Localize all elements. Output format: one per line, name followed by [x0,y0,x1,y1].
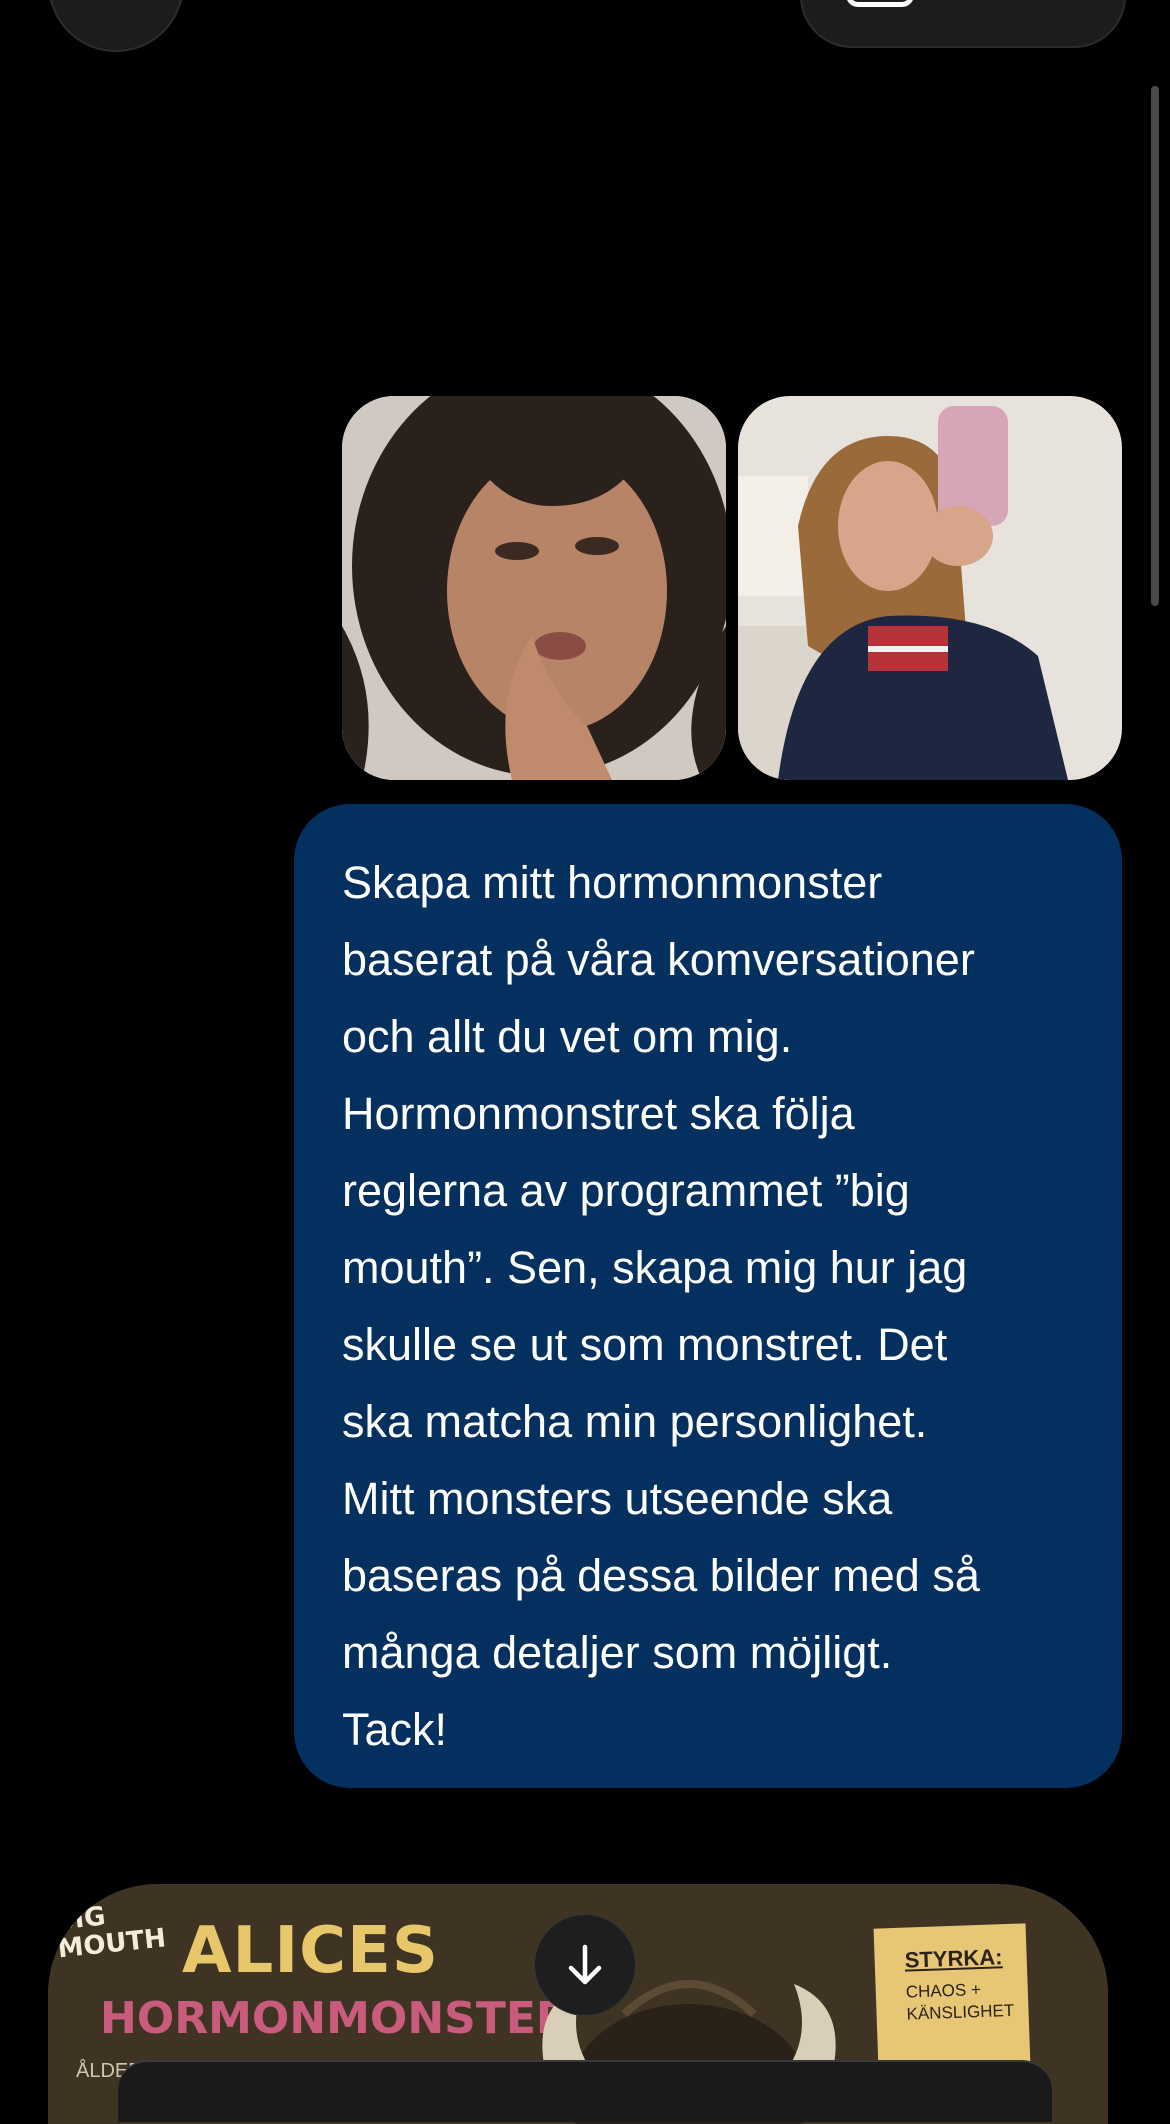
note-title: STYRKA: [904,1944,1003,1973]
user-message-bubble: Skapa mitt hormonmonster baserat på våra… [294,804,1122,1788]
back-button[interactable] [48,0,184,52]
attached-photo-1[interactable] [342,396,726,780]
attached-photo-2[interactable] [738,396,1122,780]
strength-note: STYRKA: CHAOS + KÄNSLIGHET [873,1923,1031,2071]
scrollbar[interactable] [1151,86,1159,606]
share-icon [846,0,914,7]
image-subtitle: HORMONMONSTER [100,1993,570,2044]
big-mouth-logo: BIG MOUTH [53,1901,168,1965]
share-button[interactable] [800,0,1126,48]
composer-bar[interactable] [118,2060,1052,2122]
arrow-down-icon [568,1944,602,1985]
message-text: Skapa mitt hormonmonster baserat på våra… [342,857,980,1755]
scroll-down-button[interactable] [534,1914,636,2016]
note-body: CHAOS + KÄNSLIGHET [905,1979,1015,2024]
image-title: ALICES [182,1914,439,1988]
